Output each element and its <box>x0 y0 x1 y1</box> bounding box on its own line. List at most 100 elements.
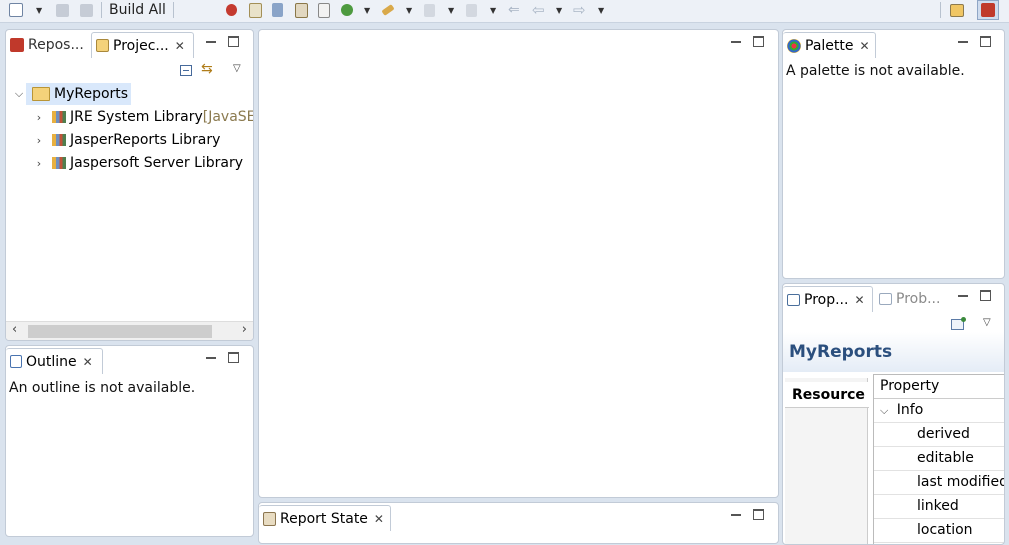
tree-item-myreports[interactable]: ⌵ MyReports <box>12 83 132 105</box>
save-all-button[interactable] <box>80 1 93 19</box>
tab-palette-label: Palette <box>805 37 854 54</box>
close-icon[interactable]: ✕ <box>175 39 185 53</box>
data-adapter-icon <box>272 3 283 17</box>
chevron-right-icon[interactable]: › <box>32 157 46 170</box>
open-perspective-button[interactable] <box>948 1 966 19</box>
tab-repository[interactable]: Repos... <box>6 32 90 57</box>
close-icon[interactable]: ✕ <box>374 512 384 526</box>
last-edit-location-button[interactable]: ⇐ <box>508 1 520 19</box>
minimize-icon[interactable] <box>958 41 968 43</box>
new-style-button[interactable] <box>295 1 308 19</box>
new-wizard-button[interactable] <box>9 1 23 19</box>
tab-project-explorer-label: Projec... <box>113 37 169 54</box>
horizontal-scrollbar[interactable]: ‹ › <box>6 321 253 340</box>
forward-dropdown-arrow[interactable]: ▼ <box>598 1 604 19</box>
view-menu-button[interactable]: ▽ <box>233 63 241 74</box>
last-edit-icon: ⇐ <box>508 2 520 18</box>
tree-item-jaspersoft-server-library[interactable]: › Jaspersoft Server Library <box>32 152 243 174</box>
tab-palette[interactable]: Palette ✕ <box>783 32 876 58</box>
property-row[interactable]: linked <box>874 495 1004 519</box>
external-tools-button[interactable] <box>381 1 395 19</box>
save-all-icon <box>80 3 93 17</box>
minimize-icon[interactable] <box>731 41 741 43</box>
new-report-button[interactable] <box>249 1 262 19</box>
maximize-icon[interactable] <box>228 36 239 47</box>
problems-icon <box>879 292 892 305</box>
property-row[interactable]: editable <box>874 447 1004 471</box>
tree-item-jasperreports-library[interactable]: › JasperReports Library <box>32 129 221 151</box>
tab-properties[interactable]: Prop... ✕ <box>783 286 873 312</box>
previous-annotation-dropdown[interactable]: ▼ <box>490 1 496 19</box>
new-data-adapter-button[interactable] <box>272 1 283 19</box>
panel-window-controls <box>958 36 991 47</box>
chevron-down-icon[interactable]: ⌵ <box>880 404 888 417</box>
palette-tabs: Palette ✕ <box>783 30 1004 58</box>
maximize-icon[interactable] <box>753 509 764 520</box>
save-button[interactable] <box>56 1 69 19</box>
back-dropdown-arrow[interactable]: ▼ <box>556 1 562 19</box>
properties-icon <box>787 293 800 306</box>
report-state-tabs: Report State ✕ <box>259 503 778 531</box>
panel-window-controls <box>206 36 239 47</box>
toolbar-separator <box>173 2 174 18</box>
tab-outline[interactable]: Outline ✕ <box>6 348 103 374</box>
tab-resource[interactable]: Resource <box>785 382 869 408</box>
new-dropdown-arrow[interactable]: ▼ <box>36 1 42 19</box>
property-row[interactable]: location <box>874 519 1004 543</box>
tab-problems[interactable]: Prob... <box>875 286 945 311</box>
previous-annotation-button[interactable] <box>466 1 477 19</box>
report-design-perspective-button[interactable] <box>977 0 999 20</box>
palette-icon <box>787 38 801 53</box>
close-icon[interactable]: ✕ <box>83 355 93 369</box>
close-icon[interactable]: ✕ <box>860 39 870 53</box>
collapse-all-button[interactable] <box>180 65 192 76</box>
tree-item-jre-system-library[interactable]: › JRE System Library [JavaSE- <box>32 106 253 128</box>
forward-arrow-icon: ⇨ <box>573 1 586 19</box>
property-row[interactable]: last modified <box>874 471 1004 495</box>
tab-report-state[interactable]: Report State ✕ <box>259 505 391 531</box>
run-dropdown-arrow[interactable]: ▼ <box>364 1 370 19</box>
scroll-left-icon[interactable]: ‹ <box>12 322 17 337</box>
build-all-button[interactable]: Build All <box>109 0 166 20</box>
maximize-icon[interactable] <box>980 290 991 301</box>
properties-title: MyReports <box>789 342 893 362</box>
scroll-right-icon[interactable]: › <box>242 322 247 337</box>
tab-problems-label: Prob... <box>896 290 941 307</box>
tools-dropdown-arrow[interactable]: ▼ <box>406 1 412 19</box>
column-header-property[interactable]: Property <box>874 375 1004 399</box>
property-row[interactable]: derived <box>874 423 1004 447</box>
next-annotation-dropdown[interactable]: ▼ <box>448 1 454 19</box>
view-menu-button[interactable]: ▽ <box>983 317 991 328</box>
tab-project-explorer[interactable]: Projec... ✕ <box>91 32 194 58</box>
group-row-info[interactable]: ⌵ Info <box>874 399 1004 423</box>
tree-item-label: MyReports <box>54 86 129 102</box>
minimize-icon[interactable] <box>206 357 216 359</box>
maximize-icon[interactable] <box>753 36 764 47</box>
group-label: Info <box>896 402 924 418</box>
minimize-icon[interactable] <box>731 514 741 516</box>
link-with-editor-button[interactable]: ⇆ <box>201 61 213 77</box>
minimize-icon[interactable] <box>958 295 968 297</box>
scrollbar-thumb[interactable] <box>28 325 212 338</box>
new-template-button[interactable] <box>318 1 330 19</box>
pin-to-selection-button[interactable] <box>951 317 966 330</box>
maximize-icon[interactable] <box>980 36 991 47</box>
next-annotation-button[interactable] <box>424 1 435 19</box>
properties-sidebar: Resource <box>785 378 869 544</box>
debug-button[interactable] <box>226 1 237 19</box>
library-icon <box>52 157 66 169</box>
minimize-icon[interactable] <box>206 41 216 43</box>
next-annotation-icon <box>424 3 435 17</box>
back-button[interactable]: ⇦ <box>532 1 545 19</box>
chevron-down-icon[interactable]: ⌵ <box>12 87 26 101</box>
maximize-icon[interactable] <box>228 352 239 363</box>
forward-button[interactable]: ⇨ <box>573 1 586 19</box>
chevron-right-icon[interactable]: › <box>32 111 46 124</box>
panel-window-controls <box>731 36 764 47</box>
run-report-button[interactable] <box>341 1 353 19</box>
close-icon[interactable]: ✕ <box>854 293 864 307</box>
chevron-right-icon[interactable]: › <box>32 134 46 147</box>
outline-icon <box>10 355 22 368</box>
style-icon <box>295 2 308 18</box>
panel-window-controls <box>206 352 239 363</box>
